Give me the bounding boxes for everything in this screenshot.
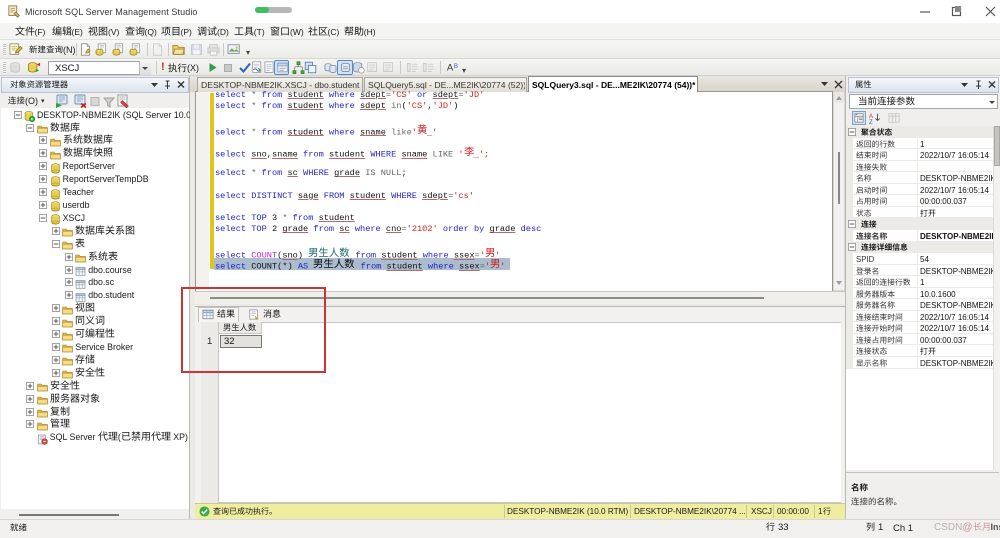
svg-text:Z: Z — [869, 120, 873, 124]
svg-text:A: A — [869, 114, 873, 120]
svg-text:B: B — [454, 64, 458, 70]
svg-text:A: A — [447, 63, 454, 74]
